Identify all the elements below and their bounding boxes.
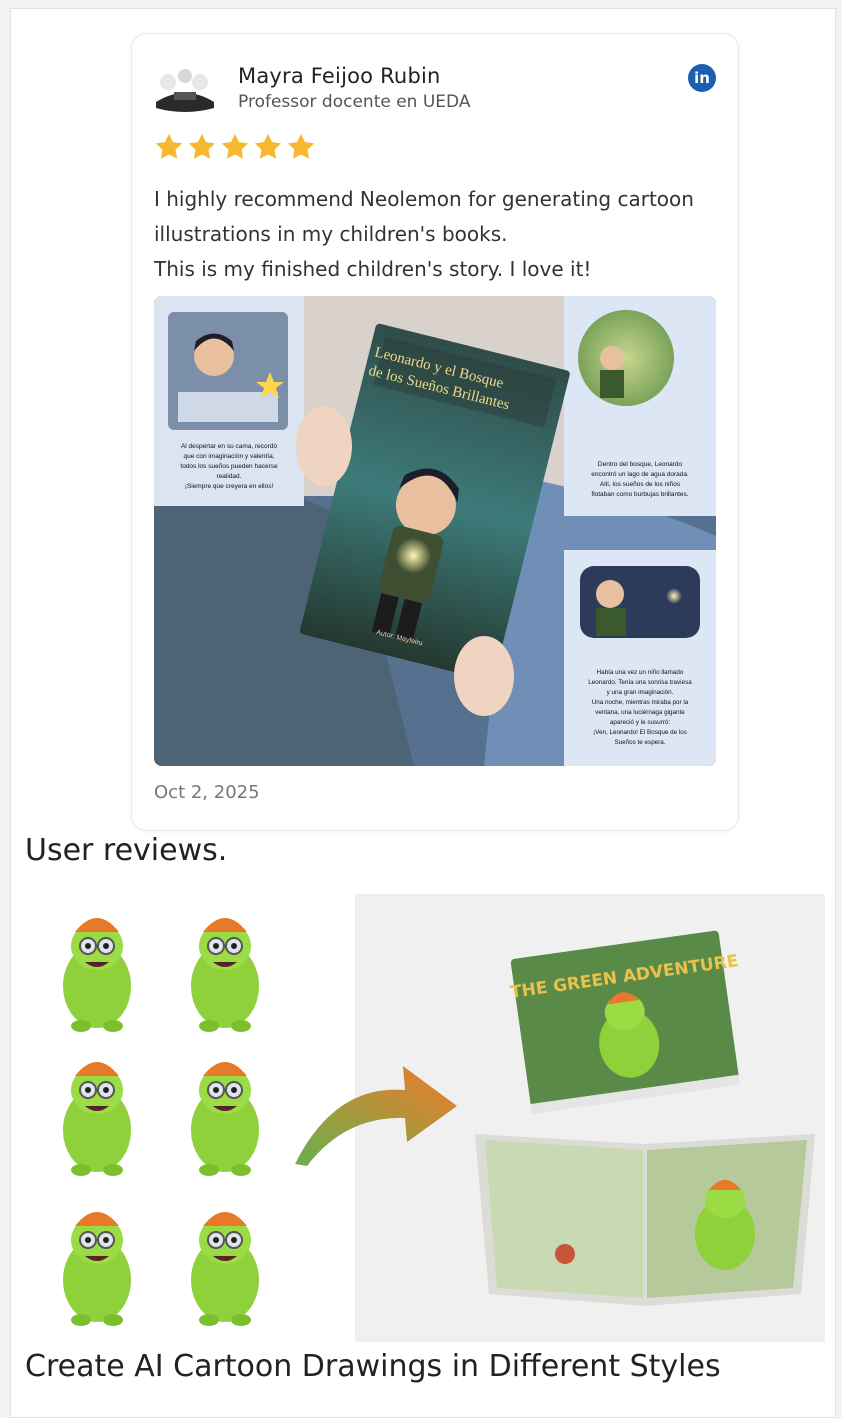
svg-text:apareció y le susurró:: apareció y le susurró: — [610, 719, 670, 726]
svg-text:que con imaginación y valentía: que con imaginación y valentía, — [183, 453, 274, 460]
review-card: Mayra Feijoo Rubin Professor docente en … — [131, 33, 739, 831]
svg-text:Dentro del bosque, Leonardo: Dentro del bosque, Leonardo — [598, 461, 683, 468]
review-text: I highly recommend Neolemon for generati… — [154, 182, 724, 287]
svg-text:ventana, una luciérnaga gigant: ventana, una luciérnaga gigante — [595, 709, 685, 716]
svg-text:¡Siempre que creyera en ellos!: ¡Siempre que creyera en ellos! — [185, 483, 274, 490]
author-avatar — [155, 63, 215, 113]
review-text-line: This is my finished children's story. I … — [154, 257, 592, 281]
review-date: Oct 2, 2025 — [154, 782, 260, 803]
cartoon-styles-caption: Create AI Cartoon Drawings in Different … — [25, 1349, 721, 1384]
user-reviews-caption: User reviews. — [25, 833, 228, 868]
star-icon — [287, 133, 315, 159]
svg-text:y una gran imaginación.: y una gran imaginación. — [607, 689, 674, 696]
svg-text:realidad.: realidad. — [217, 473, 242, 480]
author-name: Mayra Feijoo Rubin — [238, 64, 441, 88]
svg-text:Sueños te espera.: Sueños te espera. — [614, 739, 665, 746]
cartoon-styles-image: THE GREEN ADVENTURE — [25, 894, 825, 1342]
svg-text:Una noche, mientras miraba por: Una noche, mientras miraba por la — [592, 699, 689, 706]
svg-text:flotaban como burbujas brillan: flotaban como burbujas brillantes. — [591, 491, 688, 498]
star-icon — [155, 133, 183, 159]
svg-text:Allí, los sueños de los niños: Allí, los sueños de los niños — [600, 481, 681, 488]
star-icon — [254, 133, 282, 159]
svg-text:Había una vez un niño llamado: Había una vez un niño llamado — [597, 669, 684, 676]
svg-text:encontró un lago de agua dorad: encontró un lago de agua dorada. — [591, 471, 689, 478]
rating-stars — [154, 132, 316, 162]
review-text-line: illustrations in my children's books. — [154, 222, 508, 246]
author-role: Professor docente en UEDA — [238, 92, 471, 112]
linkedin-icon[interactable]: in — [688, 64, 716, 92]
review-text-line: I highly recommend Neolemon for generati… — [154, 187, 694, 211]
star-icon — [221, 133, 249, 159]
svg-text:Leonardo. Tenía una sonrisa tr: Leonardo. Tenía una sonrisa traviesa — [588, 679, 692, 686]
svg-text:todos los sueños pueden hacers: todos los sueños pueden hacerse — [180, 463, 278, 470]
star-icon — [188, 133, 216, 159]
page: Mayra Feijoo Rubin Professor docente en … — [10, 8, 836, 1418]
review-book-photo: Al despertar en su cama, recordó que con… — [154, 296, 716, 766]
svg-text:Al despertar en su cama, recor: Al despertar en su cama, recordó — [181, 443, 277, 450]
svg-text:¡Ven, Leonardo! El Bosque de l: ¡Ven, Leonardo! El Bosque de los — [593, 729, 687, 736]
